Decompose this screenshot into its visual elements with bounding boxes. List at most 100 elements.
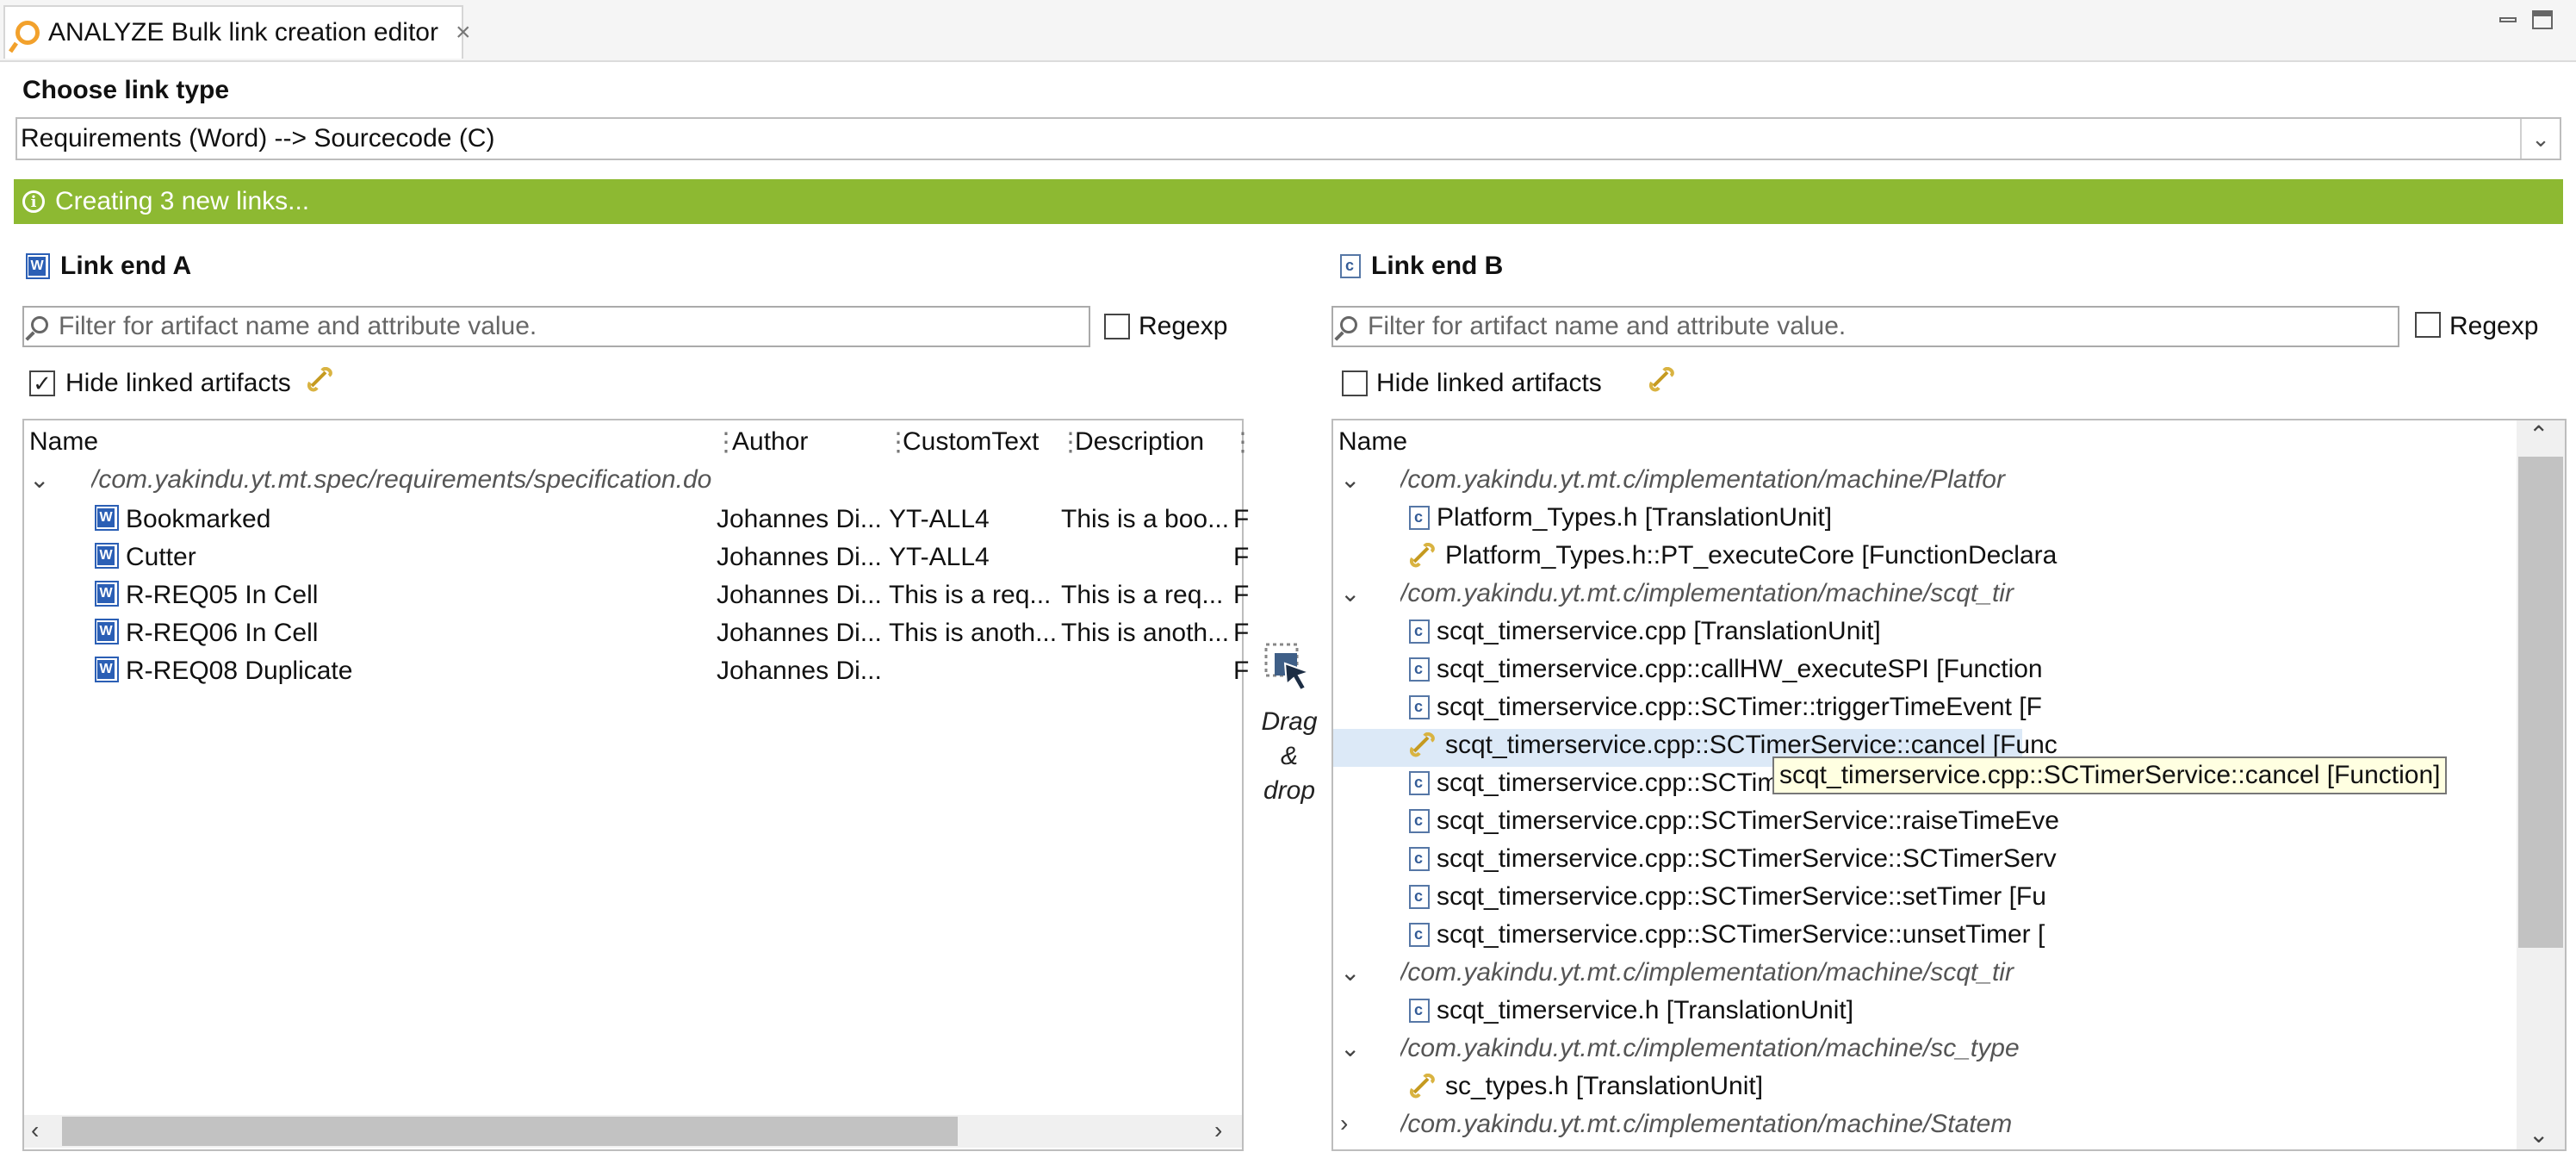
row-name: R-REQ06 In Cell: [126, 619, 319, 647]
link-type-combo[interactable]: Requirements (Word) --> Sourcecode (C) ⌄: [16, 117, 2561, 160]
close-icon[interactable]: ×: [456, 18, 471, 47]
c-file-icon: [1409, 999, 1430, 1023]
tree-item[interactable]: scqt_timerservice.cpp [TranslationUnit]: [1409, 617, 1881, 646]
scroll-down-icon[interactable]: ⌄: [2529, 1120, 2548, 1149]
minimize-icon[interactable]: [2498, 10, 2518, 29]
c-file-icon: [1340, 254, 1361, 278]
column-header-customtext[interactable]: CustomText: [903, 427, 1039, 457]
table-row[interactable]: Cutter Johannes Di... YT-ALL4 F: [95, 543, 1249, 573]
tree-item[interactable]: sc_types.h [TranslationUnit]: [1409, 1072, 1763, 1101]
tree-item-label: scqt_timerservice.cpp::SCTimer::triggerT…: [1437, 693, 2042, 721]
vertical-scrollbar-thumb[interactable]: [2518, 457, 2563, 948]
scroll-right-icon[interactable]: ›: [1214, 1117, 1222, 1144]
tree-item-label: scqt_timerservice.cpp::SCTimerService::u…: [1437, 920, 2045, 949]
tree-item-label: scqt_timerservice.cpp::SCTime: [1437, 769, 1793, 797]
tree-item[interactable]: scqt_timerservice.cpp::SCTimerService::u…: [1409, 920, 2045, 949]
scroll-up-icon[interactable]: ⌃: [2529, 420, 2548, 449]
c-file-icon: [1409, 809, 1430, 833]
search-icon: [31, 316, 48, 333]
tree-item[interactable]: Platform_Types.h [TranslationUnit]: [1409, 503, 1832, 532]
column-separator[interactable]: ⋮: [1230, 427, 1256, 458]
expand-chevron-icon[interactable]: ⌄: [1340, 1034, 1360, 1062]
tree-root-label[interactable]: /com.yakindu.yt.mt.spec/requirements/spe…: [91, 465, 711, 495]
table-row[interactable]: R-REQ06 In Cell Johannes Di... This is a…: [95, 619, 1249, 649]
link-end-b-title: Link end B: [1371, 252, 1504, 280]
link-icon: [1409, 1073, 1438, 1099]
tree-item[interactable]: Platform_Types.h::PT_executeCore [Functi…: [1409, 541, 2057, 570]
link-end-b-regexp-checkbox[interactable]: [2415, 312, 2441, 338]
column-header-description[interactable]: Description: [1075, 427, 1204, 457]
maximize-icon[interactable]: [2532, 10, 2553, 29]
tree-item[interactable]: scqt_timerservice.cpp::SCTime: [1409, 769, 1793, 798]
tree-item-label: scqt_timerservice.cpp [TranslationUnit]: [1437, 617, 1881, 645]
link-end-b-filter-placeholder: Filter for artifact name and attribute v…: [1368, 312, 1847, 340]
word-icon: [26, 253, 50, 279]
c-file-icon: [1409, 923, 1430, 947]
c-file-icon: [1409, 506, 1430, 530]
word-icon: [95, 619, 119, 644]
editor-tab-title: ANALYZE Bulk link creation editor: [48, 18, 438, 47]
link-icon: [1409, 542, 1438, 569]
tree-folder-label[interactable]: /com.yakindu.yt.mt.c/implementation/mach…: [1400, 958, 2020, 987]
link-end-b-hide-linked-checkbox[interactable]: [1342, 370, 1368, 396]
link-end-a-filter-input[interactable]: Filter for artifact name and attribute v…: [22, 306, 1090, 347]
tree-folder-label[interactable]: /com.yakindu.yt.mt.c/implementation/mach…: [1400, 1110, 2020, 1139]
tree-item[interactable]: scqt_timerservice.h [TranslationUnit]: [1409, 996, 1853, 1025]
expand-chevron-icon[interactable]: ⌄: [1340, 465, 1360, 494]
row-extra: F: [1233, 505, 1250, 533]
link-end-a-hide-linked-checkbox[interactable]: ✓: [29, 370, 55, 396]
tree-item[interactable]: scqt_timerservice.cpp::SCTimerService::s…: [1409, 882, 2046, 912]
status-banner: i Creating 3 new links...: [14, 179, 2563, 224]
tree-item[interactable]: scqt_timerservice.cpp::SCTimerService::r…: [1409, 806, 2059, 836]
tree-item-label: Platform_Types.h::PT_executeCore [Functi…: [1445, 541, 2058, 570]
column-header-name[interactable]: Name: [29, 427, 98, 457]
c-file-icon: [1409, 847, 1430, 871]
tree-folder-label[interactable]: /com.yakindu.yt.mt.c/implementation/mach…: [1400, 465, 2020, 495]
row-name: R-REQ05 In Cell: [126, 581, 319, 609]
tree-item[interactable]: scqt_timerservice.cpp::callHW_executeSPI…: [1409, 655, 2043, 684]
c-file-icon: [1409, 657, 1430, 682]
link-end-a-title: Link end A: [60, 252, 192, 280]
row-description: This is a boo...: [1061, 505, 1230, 533]
chevron-down-icon[interactable]: ⌄: [2520, 119, 2560, 159]
link-end-b-filter-input[interactable]: Filter for artifact name and attribute v…: [1331, 306, 2399, 347]
row-extra: F: [1233, 581, 1250, 609]
column-header-author[interactable]: Author: [732, 427, 808, 457]
row-author: Johannes Di...: [717, 581, 882, 609]
tree-item-selected[interactable]: scqt_timerservice.cpp::SCTimerService::c…: [1409, 731, 2058, 760]
word-icon: [95, 543, 119, 569]
table-row[interactable]: R-REQ05 In Cell Johannes Di... This is a…: [95, 581, 1249, 611]
drop-label: drop: [1263, 776, 1316, 805]
expand-chevron-icon[interactable]: ⌄: [1340, 958, 1360, 987]
tree-folder-label[interactable]: /com.yakindu.yt.mt.c/implementation/mach…: [1400, 579, 2020, 608]
scroll-left-icon[interactable]: ‹: [31, 1117, 39, 1144]
link-end-b-regexp-label: Regexp: [2449, 312, 2539, 340]
row-customtext: This is anoth...: [889, 619, 1058, 647]
tree-item-label: scqt_timerservice.cpp::SCTimerService::S…: [1437, 844, 2057, 873]
status-message: Creating 3 new links...: [55, 187, 310, 215]
expand-chevron-icon[interactable]: ⌄: [1340, 579, 1360, 607]
tree-folder-label[interactable]: /com.yakindu.yt.mt.c/implementation/mach…: [1400, 1034, 2020, 1063]
expand-chevron-icon[interactable]: ⌄: [29, 465, 49, 494]
c-file-icon: [1409, 771, 1430, 795]
link-type-selected: Requirements (Word) --> Sourcecode (C): [21, 124, 495, 153]
column-header-name[interactable]: Name: [1338, 427, 1407, 457]
table-row[interactable]: R-REQ08 Duplicate Johannes Di... F: [95, 657, 1249, 687]
row-extra: F: [1233, 619, 1250, 647]
row-author: Johannes Di...: [717, 619, 882, 647]
row-customtext: This is a req...: [889, 581, 1052, 609]
collapsed-chevron-icon[interactable]: ›: [1340, 1110, 1348, 1137]
editor-tab[interactable]: ANALYZE Bulk link creation editor ×: [3, 5, 471, 59]
row-author: Johannes Di...: [717, 505, 882, 533]
tree-item[interactable]: scqt_timerservice.cpp::SCTimer::triggerT…: [1409, 693, 2042, 722]
choose-link-type-title: Choose link type: [22, 76, 230, 104]
tree-item-label: scqt_timerservice.cpp::SCTimerService::s…: [1437, 882, 2046, 911]
tree-item[interactable]: scqt_timerservice.cpp::SCTimerService::S…: [1409, 844, 2057, 874]
link-end-b-hide-linked-label: Hide linked artifacts: [1376, 369, 1602, 397]
horizontal-scrollbar-thumb[interactable]: [62, 1117, 958, 1146]
link-end-a-regexp-checkbox[interactable]: [1104, 314, 1130, 339]
word-icon: [95, 657, 119, 682]
table-row[interactable]: Bookmarked Johannes Di... YT-ALL4 This i…: [95, 505, 1249, 535]
row-name: Cutter: [126, 543, 196, 571]
word-icon: [95, 505, 119, 531]
